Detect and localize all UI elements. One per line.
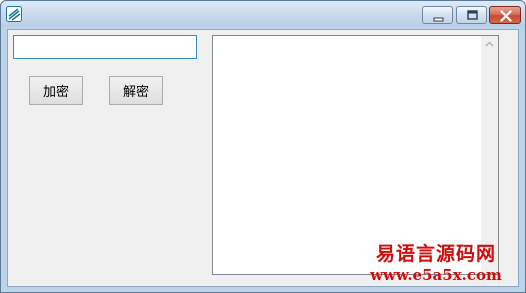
- watermark-url: www.e5a5x.com: [370, 266, 502, 284]
- watermark: 易语言源码网 www.e5a5x.com: [361, 245, 511, 283]
- maximize-icon: [467, 10, 478, 20]
- scroll-up-arrow-icon[interactable]: [484, 39, 495, 50]
- close-button[interactable]: [489, 6, 521, 24]
- title-bar[interactable]: [1, 1, 525, 27]
- close-icon: [500, 10, 512, 22]
- minimize-icon: [433, 17, 444, 22]
- minimize-button[interactable]: [422, 6, 453, 24]
- app-icon[interactable]: [6, 6, 22, 22]
- output-textarea[interactable]: [212, 35, 499, 275]
- text-input[interactable]: [13, 35, 197, 59]
- encrypt-button[interactable]: 加密: [29, 76, 83, 105]
- watermark-title: 易语言源码网: [375, 243, 496, 265]
- decrypt-button[interactable]: 解密: [109, 76, 163, 105]
- maximize-button[interactable]: [456, 6, 487, 24]
- app-window: 加密 解密 易语言源码网 www.e5a5x.com: [0, 0, 526, 293]
- vertical-scrollbar[interactable]: [481, 36, 498, 274]
